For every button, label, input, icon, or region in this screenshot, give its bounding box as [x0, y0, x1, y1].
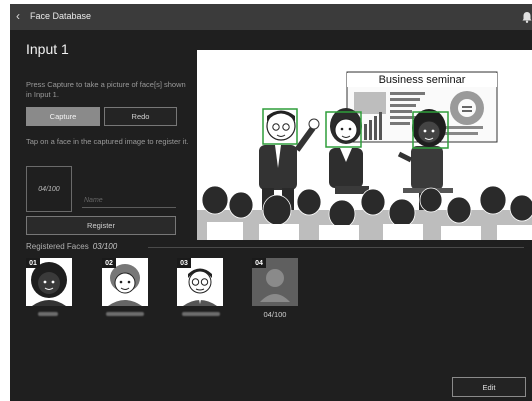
- registered-face-03[interactable]: 03: [177, 258, 223, 306]
- face-database-screen: ‹ Face Database Input 1 Press Capture to…: [10, 4, 532, 401]
- bell-icon[interactable]: [522, 11, 532, 23]
- seminar-illustration: Business seminar: [197, 50, 532, 240]
- tap-instruction: Tap on a face in the captured image to r…: [26, 137, 189, 146]
- redo-button[interactable]: Redo: [104, 107, 177, 126]
- face-name-blurred: [106, 312, 144, 316]
- registered-face-02[interactable]: 02: [102, 258, 148, 306]
- divider: [148, 247, 524, 248]
- page-title: Input 1: [26, 41, 69, 57]
- header-title: Face Database: [30, 11, 92, 21]
- header-bar: ‹ Face Database: [10, 4, 532, 30]
- back-button[interactable]: ‹: [16, 9, 20, 23]
- face-count: 04/100: [38, 185, 60, 193]
- capture-button[interactable]: Capture: [26, 107, 100, 126]
- sign-text: Business seminar: [379, 74, 466, 86]
- name-input[interactable]: [82, 194, 176, 208]
- face-name-blurred: [182, 312, 220, 316]
- face-number-badge: 03: [177, 258, 191, 268]
- edit-button[interactable]: Edit: [452, 377, 526, 397]
- face-number-badge: 04: [252, 258, 266, 268]
- capture-instruction: Press Capture to take a picture of face[…: [26, 80, 186, 99]
- registered-face-01[interactable]: 01: [26, 258, 72, 306]
- register-button[interactable]: Register: [26, 216, 176, 235]
- registered-faces-label: Registered Faces 03/100: [26, 242, 118, 251]
- selected-face-preview: 04/100: [26, 166, 72, 212]
- registered-face-04-placeholder[interactable]: 04: [252, 258, 298, 306]
- captured-image[interactable]: Business seminar: [197, 50, 532, 240]
- face-number-badge: 01: [26, 258, 40, 268]
- face-04-count: 04/100: [263, 310, 287, 319]
- face-name-blurred: [38, 312, 58, 316]
- registered-count: 03/100: [92, 242, 118, 251]
- face-number-badge: 02: [102, 258, 116, 268]
